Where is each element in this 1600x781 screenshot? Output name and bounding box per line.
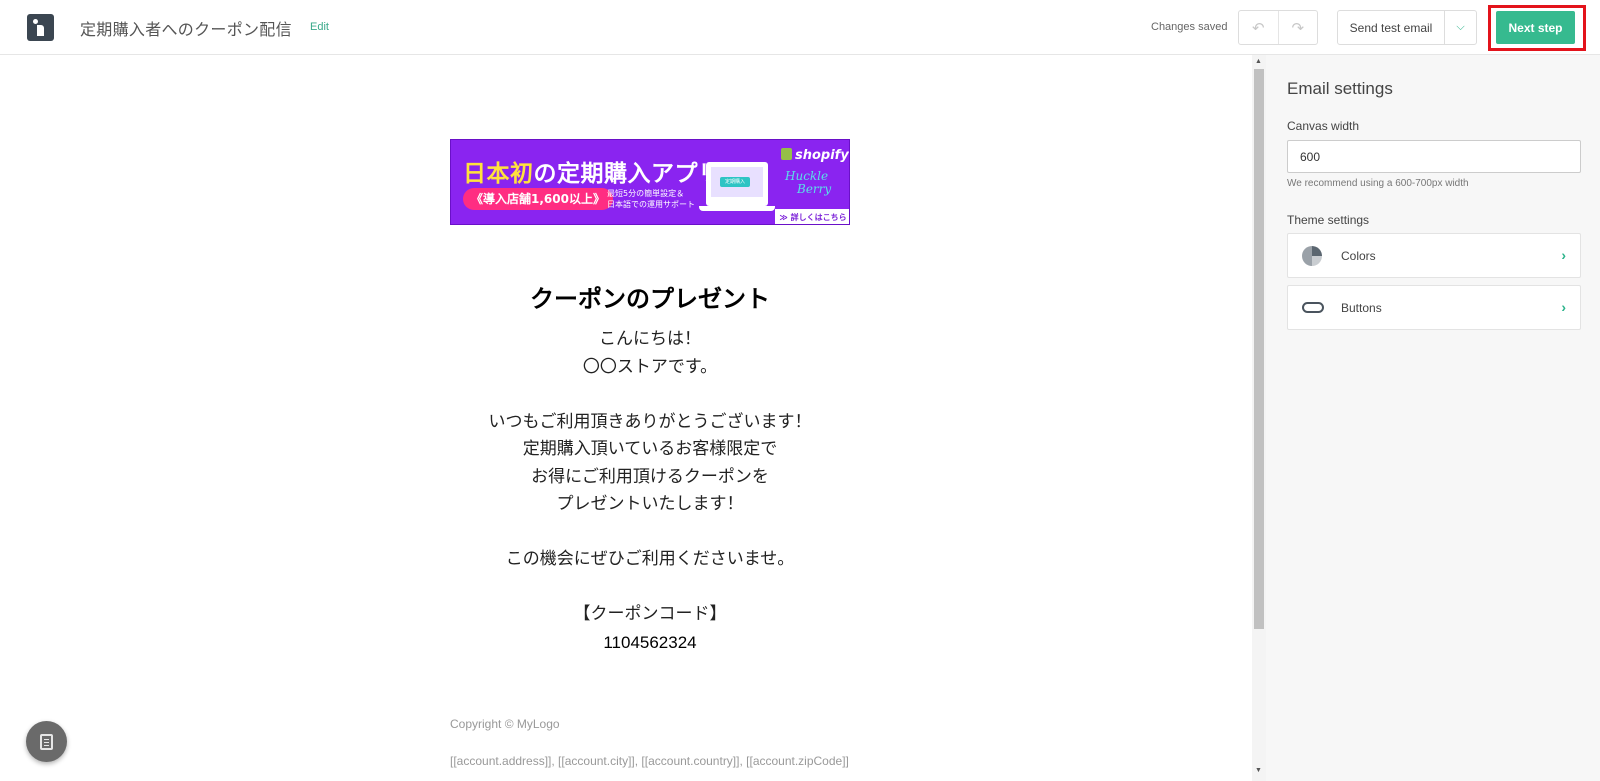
email-heading: クーポンのプレゼント (530, 285, 770, 313)
scrollbar-thumb[interactable] (1254, 69, 1264, 629)
body-line: 【クーポンコード】 (573, 604, 727, 624)
body-line: 定期購入頂いているお客様限定で (522, 439, 778, 459)
body-line (450, 574, 850, 602)
scroll-down-icon[interactable]: ▼ (1255, 767, 1262, 774)
chevron-right-icon: › (1561, 299, 1566, 315)
email-canvas: 日本初の定期購入アプリ 《導入店舗1,600以上》 最短5分の簡単設定＆ 日本語で… (0, 55, 1252, 781)
email-body[interactable]: クーポンのプレゼント こんにちは！ 〇〇ストアです。 いつもご利用頂きありがとう… (450, 279, 850, 656)
body-line: プレゼントいたします！ (556, 494, 744, 514)
canvas-width-hint: We recommend using a 600-700px width (1287, 178, 1469, 189)
buttons-setting[interactable]: Buttons › (1287, 285, 1581, 330)
body-line: この機会にぜひご利用くださいませ。 (505, 549, 795, 569)
next-step-button[interactable]: Next step (1496, 11, 1575, 44)
colors-setting[interactable]: Colors › (1287, 233, 1581, 278)
banner-title: 日本初の定期購入アプリ (463, 161, 722, 187)
huckleberry-logo: Huckle Berry (785, 169, 832, 196)
settings-panel: Email settings Canvas width We recommend… (1266, 55, 1600, 781)
panel-title: Email settings (1287, 79, 1393, 98)
undo-icon[interactable]: ↶ (1239, 11, 1278, 44)
banner-subtext: 最短5分の簡単設定＆ 日本語での運用サポート (607, 189, 695, 209)
buttons-icon (1302, 302, 1324, 313)
email-text: こんにちは！ 〇〇ストアです。 いつもご利用頂きありがとうございます！ 定期購入… (450, 326, 850, 656)
body-line (450, 381, 850, 409)
body-line: お得にご利用頂けるクーポンを (531, 466, 769, 487)
laptop-icon: 定期購入 (706, 162, 768, 206)
app-logo-icon[interactable] (27, 14, 54, 41)
send-test-email-group: Send test email ⌵ (1337, 10, 1477, 45)
promo-banner[interactable]: 日本初の定期購入アプリ 《導入店舗1,600以上》 最短5分の簡単設定＆ 日本語で… (450, 139, 850, 225)
edit-title-link[interactable]: Edit (310, 21, 329, 33)
shopify-logo: shopify (781, 148, 849, 163)
canvas-width-input[interactable] (1287, 140, 1581, 173)
undo-redo-group: ↶ ↷ (1238, 10, 1318, 45)
banner-store-count-badge: 《導入店舗1,600以上》 (463, 188, 613, 210)
save-status: Changes saved (1151, 21, 1228, 33)
colors-label: Colors (1341, 249, 1376, 263)
chevron-right-icon: › (1561, 247, 1566, 263)
document-icon[interactable] (26, 721, 67, 762)
body-line: 〇〇ストアです。 (582, 356, 718, 377)
send-test-email-button[interactable]: Send test email (1338, 11, 1445, 44)
redo-icon[interactable]: ↷ (1277, 11, 1318, 44)
body-line: いつもご利用頂きありがとうございます！ (488, 411, 812, 432)
canvas-width-label: Canvas width (1287, 119, 1360, 133)
theme-settings-label: Theme settings (1287, 213, 1370, 227)
body-line (450, 519, 850, 547)
colors-icon (1302, 246, 1322, 266)
canvas-scrollbar[interactable]: ▲ ▼ (1252, 55, 1266, 781)
body-line: こんにちは！ (599, 329, 701, 349)
footer-address: [[account.address]], [[account.city]], [… (450, 754, 849, 768)
campaign-title: 定期購入者へのクーポン配信 (80, 22, 292, 39)
coupon-code: 1104562324 (603, 632, 697, 652)
footer-copyright: Copyright © MyLogo (450, 717, 560, 731)
buttons-label: Buttons (1341, 301, 1382, 315)
scroll-up-icon[interactable]: ▲ (1255, 58, 1262, 65)
banner-detail-link[interactable]: ≫ 詳しくはこちら (775, 209, 849, 224)
shopify-bag-icon (781, 148, 792, 160)
top-bar: 定期購入者へのクーポン配信 Edit Changes saved ↶ ↷ Sen… (0, 0, 1600, 55)
chevron-down-icon[interactable]: ⌵ (1445, 11, 1476, 44)
